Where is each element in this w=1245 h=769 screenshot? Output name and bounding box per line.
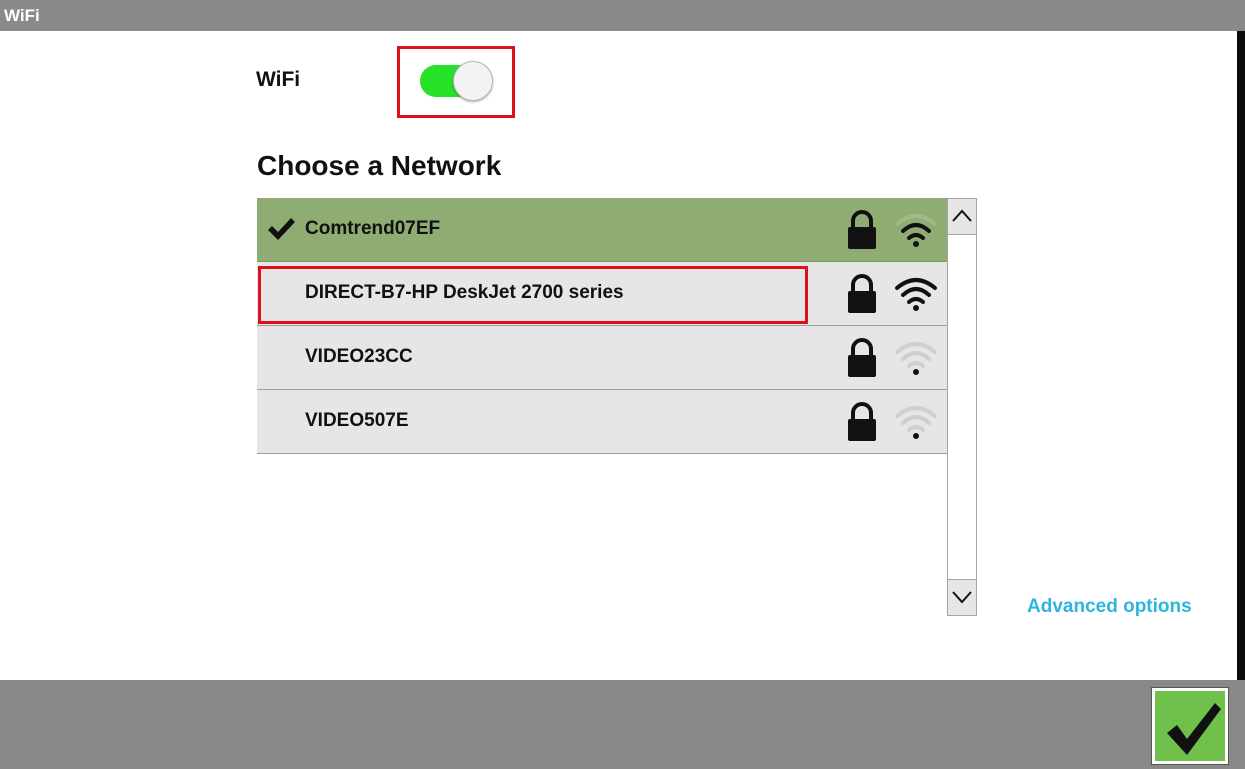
- wifi-signal-icon: [895, 406, 937, 439]
- wifi-signal-icon: [895, 278, 937, 311]
- bottom-bar: [0, 680, 1245, 769]
- choose-network-title: Choose a Network: [257, 150, 502, 181]
- lock-icon: [848, 274, 876, 313]
- chevron-up-icon: [952, 209, 972, 222]
- scroll-up-button[interactable]: [948, 199, 976, 235]
- lock-icon: [848, 210, 876, 249]
- lock-icon: [848, 402, 876, 441]
- network-row-video507e[interactable]: VIDEO507E: [257, 390, 947, 454]
- wifi-label: WiFi: [256, 68, 301, 91]
- advanced-options-link[interactable]: Advanced options: [1027, 596, 1192, 618]
- network-name: VIDEO23CC: [305, 346, 413, 367]
- wifi-signal-icon: [895, 342, 937, 375]
- network-name: VIDEO507E: [305, 410, 409, 431]
- chevron-down-icon: [952, 591, 972, 604]
- title-bar: WiFi: [0, 0, 1245, 31]
- network-list: Comtrend07EF DIRECT-B7-HP DeskJet 2700 s…: [257, 198, 947, 456]
- scroll-down-button[interactable]: [948, 579, 976, 615]
- toggle-highlight-box: [397, 46, 515, 118]
- network-name: Comtrend07EF: [305, 218, 441, 239]
- window-edge: [1237, 31, 1245, 680]
- network-row-comtrend07ef[interactable]: Comtrend07EF: [257, 198, 947, 262]
- network-list-scrollbar[interactable]: [947, 198, 977, 616]
- network-highlight-box: [258, 266, 808, 324]
- network-row-video23cc[interactable]: VIDEO23CC: [257, 326, 947, 390]
- lock-icon: [848, 338, 876, 377]
- confirm-button[interactable]: [1152, 688, 1228, 764]
- wifi-signal-icon: [895, 214, 937, 247]
- window-title: WiFi: [4, 6, 40, 25]
- checkmark-icon: [1167, 703, 1221, 755]
- checkmark-icon: [268, 218, 295, 240]
